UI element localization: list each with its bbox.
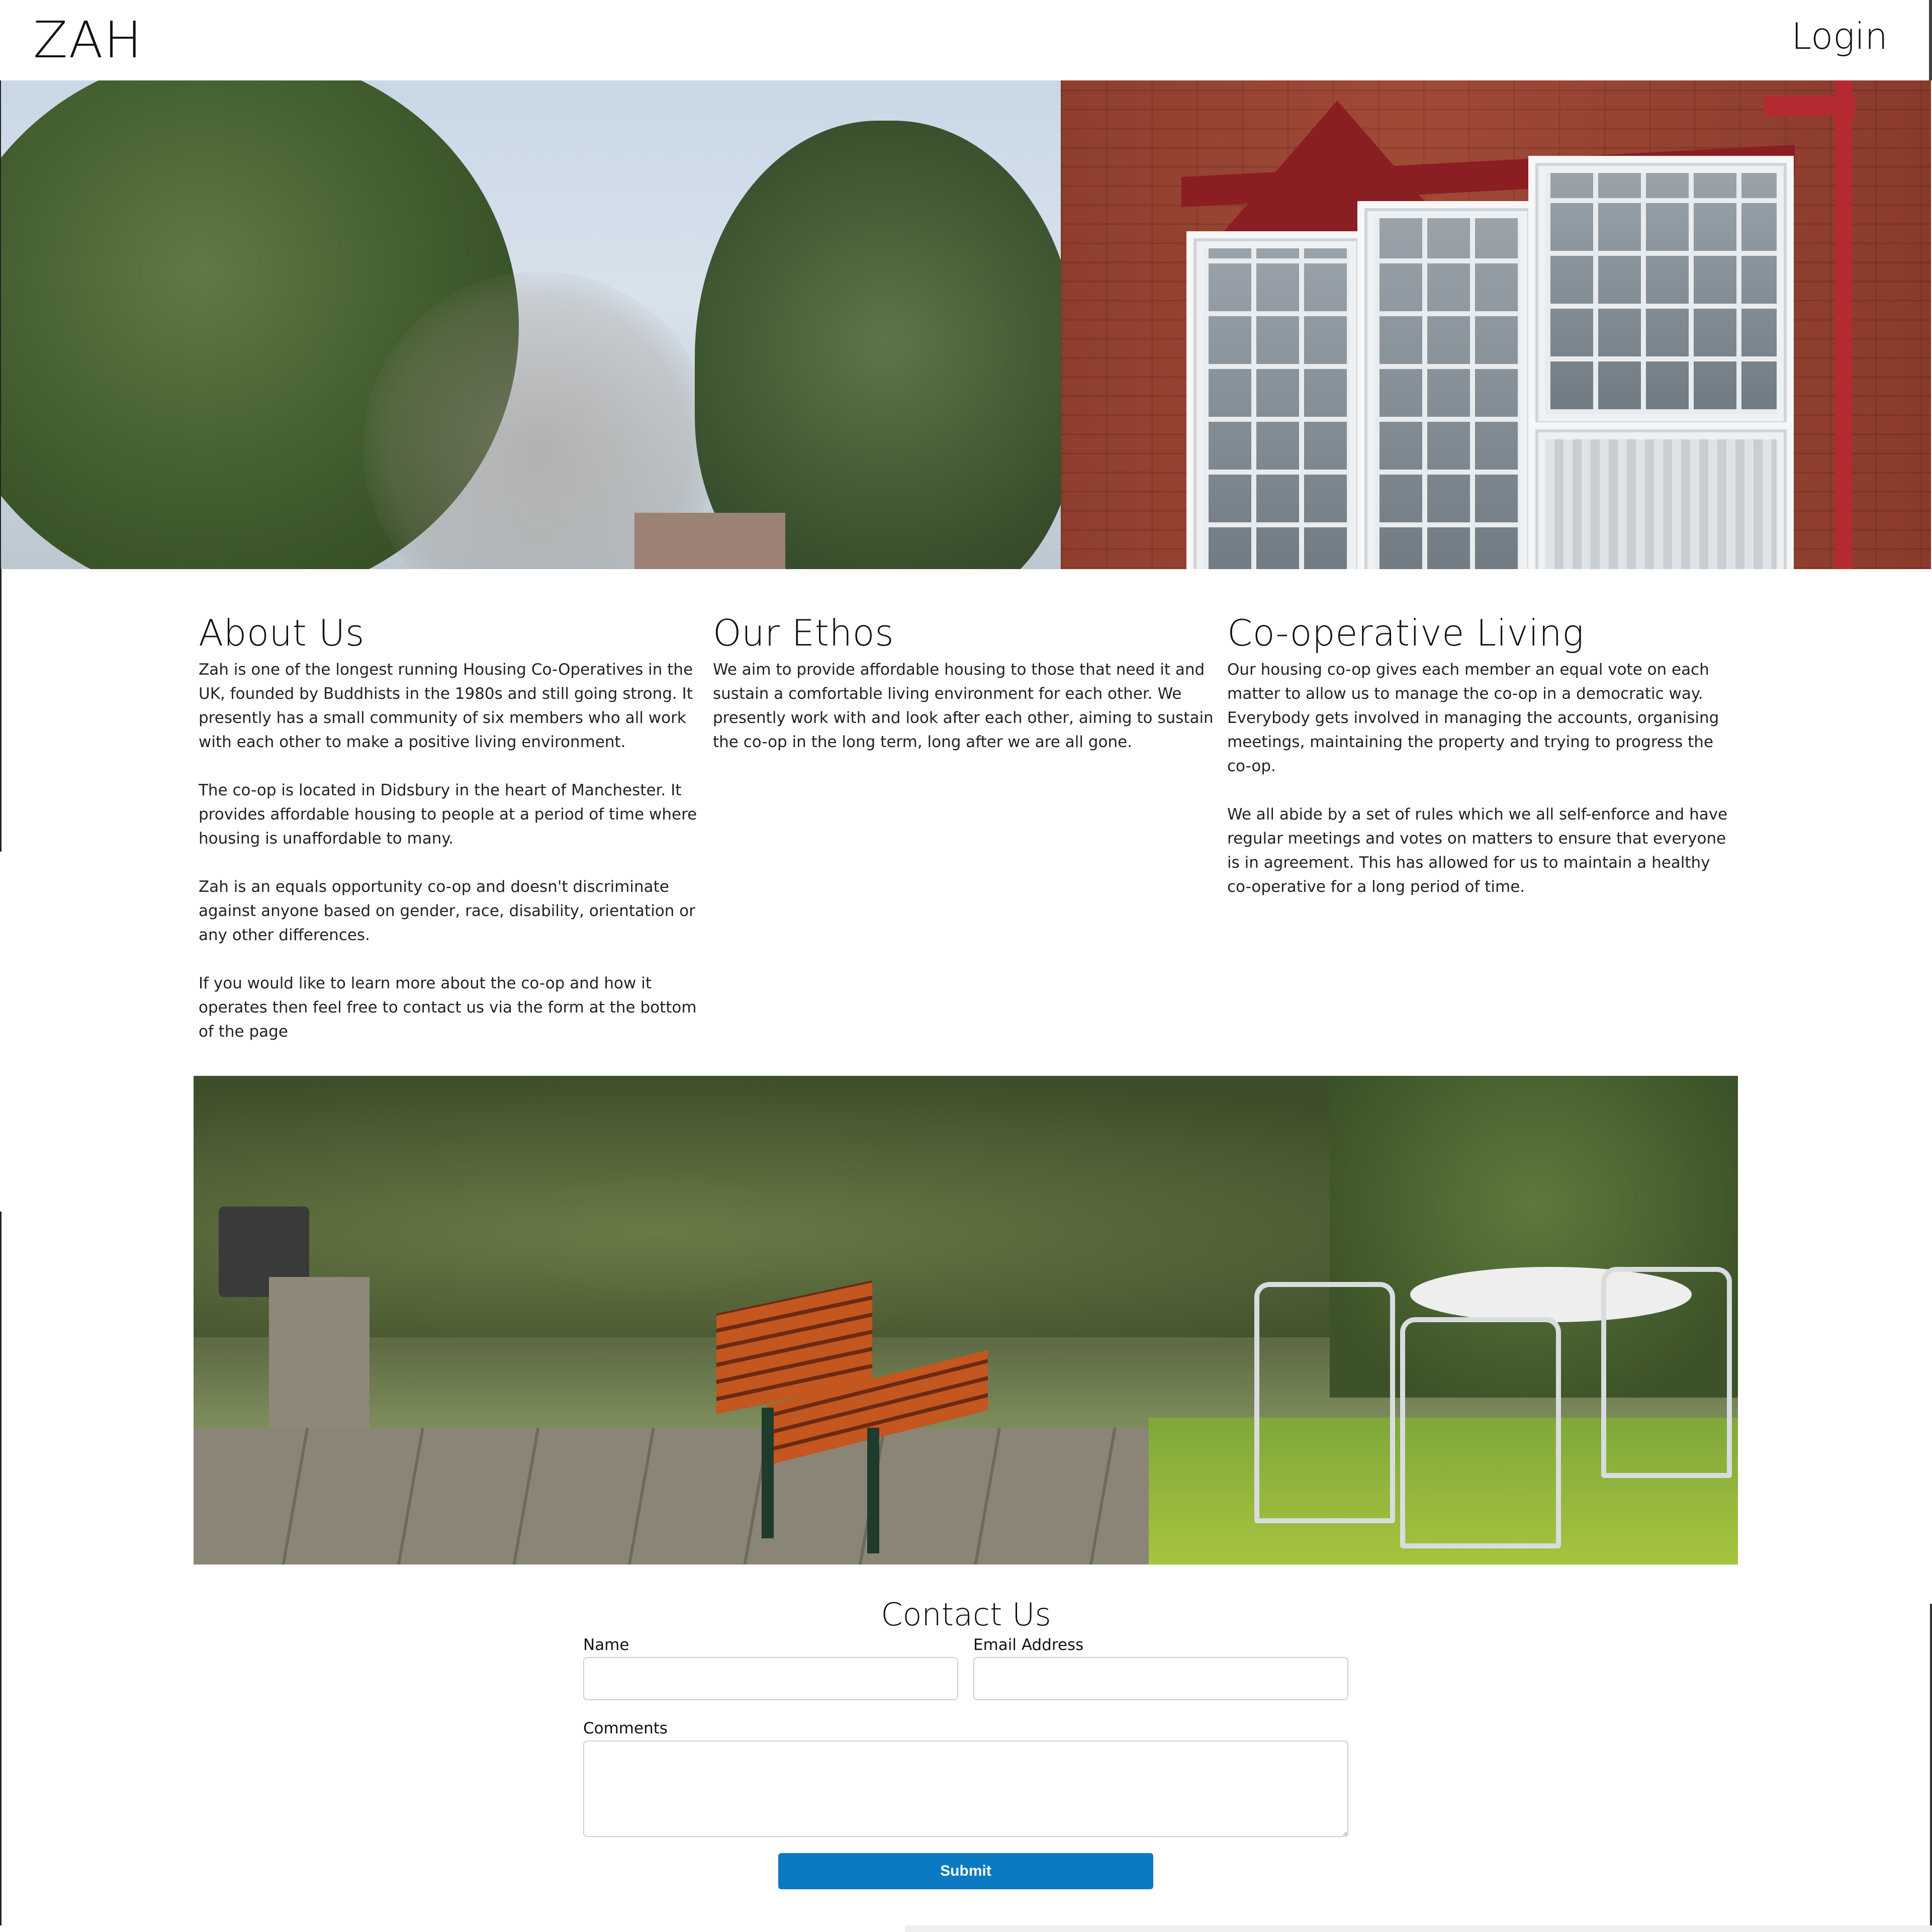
hero-house-photo (1061, 80, 1931, 569)
co-operative-living-section: Co-operative Living Our housing co-op gi… (1227, 608, 1735, 923)
submit-button[interactable]: Submit (778, 1853, 1153, 1889)
rooftops-shape (634, 513, 785, 569)
living-paragraph: Our housing co-op gives each member an e… (1227, 661, 1719, 775)
email-label: Email Address (973, 1636, 1084, 1654)
about-us-heading: About Us (199, 612, 364, 654)
hero-trees-photo (1, 80, 1061, 569)
comments-label: Comments (583, 1719, 668, 1737)
bench-leg-shape (762, 1408, 774, 1538)
stone-pillar-shape (269, 1277, 370, 1428)
window-curtained (1528, 422, 1794, 569)
site-header: ZAH Login (0, 0, 1932, 80)
garden-chair-shape (1254, 1282, 1395, 1523)
site-logo[interactable]: ZAH (33, 10, 143, 70)
evergreen-tree-shape (695, 121, 1061, 569)
living-paragraph: We all abide by a set of rules which we … (1227, 805, 1728, 896)
contact-us-heading: Contact Us (881, 1596, 1051, 1633)
co-operative-living-heading: Co-operative Living (1227, 612, 1584, 654)
about-paragraph: Zah is one of the longest running Housin… (199, 661, 693, 751)
window-left (1186, 231, 1366, 569)
page-left-border (0, 1212, 2, 1925)
about-paragraph: Zah is an equals opportunity co-op and d… (199, 878, 695, 944)
page-right-border (1930, 1604, 1932, 1925)
our-ethos-section: Our Ethos We aim to provide affordable h… (713, 608, 1221, 778)
bay-window (1146, 101, 1800, 569)
comments-textarea[interactable] (583, 1740, 1348, 1837)
footer-edge (905, 1925, 1932, 1932)
paving-shape (194, 1428, 1249, 1565)
our-ethos-heading: Our Ethos (713, 612, 894, 654)
garden-chair-shape (1601, 1267, 1732, 1478)
about-us-section: About Us Zah is one of the longest runni… (199, 608, 706, 1068)
name-input[interactable] (583, 1657, 958, 1700)
window-leaded-top (1528, 156, 1794, 431)
name-label: Name (583, 1636, 629, 1654)
email-input[interactable] (973, 1657, 1348, 1700)
garden-photo (194, 1076, 1738, 1565)
bench-leg-shape (867, 1428, 879, 1553)
about-paragraph: The co-op is located in Didsbury in the … (199, 781, 697, 848)
about-paragraph: If you would like to learn more about th… (199, 974, 697, 1041)
hero-image (1, 80, 1931, 569)
garden-chair-shape (1400, 1317, 1561, 1548)
scrollbar-edge (1929, 0, 1932, 80)
ethos-paragraph: We aim to provide affordable housing to … (713, 661, 1214, 751)
login-link[interactable]: Login (1791, 11, 1888, 61)
drainpipe-elbow (1765, 96, 1855, 116)
drainpipe (1835, 80, 1852, 569)
window-center (1357, 201, 1537, 569)
